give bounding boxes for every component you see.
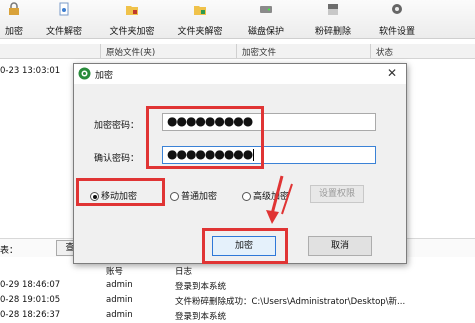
annotation-arrows <box>266 175 293 224</box>
